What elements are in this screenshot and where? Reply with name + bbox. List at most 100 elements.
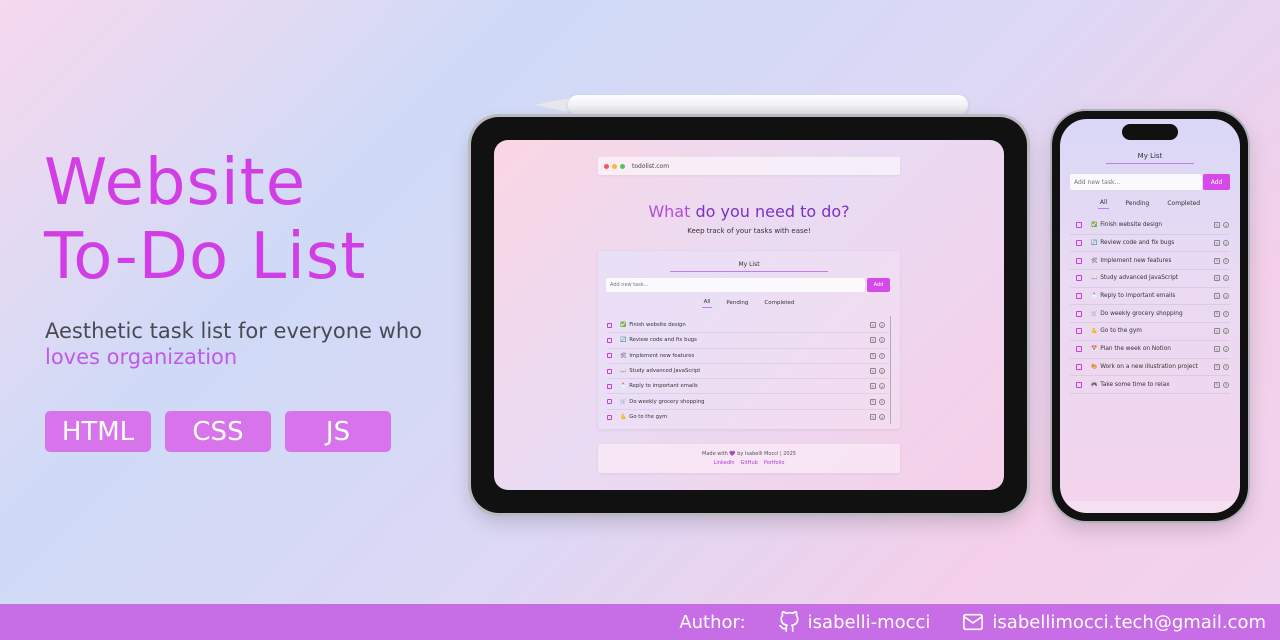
link-linkedin[interactable]: LinkedIn — [714, 460, 735, 466]
phone-filter-pending[interactable]: Pending — [1123, 199, 1151, 209]
edit-icon[interactable]: ✎ — [870, 368, 876, 375]
phone-filter-completed[interactable]: Completed — [1165, 199, 1202, 209]
task-text: Study advanced JavaScript — [1100, 275, 1179, 282]
filter-completed[interactable]: Completed — [762, 299, 796, 308]
edit-icon[interactable]: ✎ — [870, 398, 876, 405]
task-text: Implement new features — [1100, 257, 1172, 264]
edit-icon[interactable]: ✎ — [1214, 310, 1220, 317]
delete-icon[interactable]: × — [879, 368, 885, 375]
task-checkbox[interactable] — [1076, 293, 1082, 300]
phone-add-task-button[interactable]: Add — [1203, 174, 1230, 190]
task-row: 🎨 Work on a new illustration project ✎ × — [1070, 359, 1230, 377]
edit-icon[interactable]: ✎ — [1214, 257, 1220, 264]
task-row: 🛒 Do weekly grocery shopping ✎ × — [607, 394, 889, 410]
task-text: Work on a new illustration project — [1100, 363, 1198, 370]
task-checkbox[interactable] — [1076, 275, 1082, 282]
filter-all[interactable]: All — [701, 299, 713, 308]
browser-bar: todolist.com — [598, 157, 900, 175]
task-checkbox[interactable] — [607, 337, 612, 343]
delete-icon[interactable]: × — [879, 414, 885, 421]
edit-icon[interactable]: ✎ — [870, 322, 876, 329]
delete-icon[interactable]: × — [1223, 346, 1229, 353]
pencil-tip — [534, 98, 570, 112]
phone-device: My List Add All Pending Completed ✅Finis… — [1052, 111, 1248, 521]
tablet-footer: Made with 💜 by Isabelli Mocci | 2025 Lin… — [598, 444, 900, 473]
task-checkbox[interactable] — [607, 414, 612, 420]
task-checkbox[interactable] — [1076, 346, 1082, 353]
task-checkbox[interactable] — [1076, 363, 1082, 370]
browser-url[interactable]: todolist.com — [632, 163, 669, 170]
edit-icon[interactable]: ✎ — [1214, 275, 1220, 282]
task-checkbox[interactable] — [607, 368, 612, 374]
add-task-button[interactable]: Add — [867, 278, 890, 292]
edit-icon[interactable]: ✎ — [1214, 363, 1220, 370]
phone-filter-all[interactable]: All — [1097, 199, 1110, 209]
task-checkbox[interactable] — [607, 353, 612, 359]
task-row: ✅ Finish website design ✎ × — [607, 318, 889, 334]
github-handle-link[interactable]: isabelli-mocci — [808, 612, 931, 633]
edit-icon[interactable]: ✎ — [1214, 381, 1220, 388]
task-row: 💪 Go to the gym ✎ × — [607, 410, 889, 425]
phone-new-task-input[interactable] — [1070, 174, 1202, 190]
task-text: Review code and fix bugs — [629, 337, 697, 344]
edit-icon[interactable]: ✎ — [870, 414, 876, 421]
author-footer: Author: isabelli-mocci isabellimocci.tec… — [0, 604, 1280, 640]
task-checkbox[interactable] — [1076, 257, 1082, 264]
delete-icon[interactable]: × — [1223, 381, 1229, 388]
minimize-dot-icon[interactable] — [612, 163, 617, 169]
delete-icon[interactable]: × — [1223, 240, 1229, 247]
delete-icon[interactable]: × — [1223, 310, 1229, 317]
hero-title-line2: To-Do List — [44, 220, 367, 294]
link-github[interactable]: GitHub — [741, 460, 758, 466]
edit-icon[interactable]: ✎ — [1214, 328, 1220, 335]
edit-icon[interactable]: ✎ — [1214, 293, 1220, 300]
new-task-input[interactable] — [606, 278, 865, 292]
delete-icon[interactable]: × — [1223, 328, 1229, 335]
delete-icon[interactable]: × — [879, 398, 885, 405]
task-checkbox[interactable] — [1076, 381, 1082, 388]
edit-icon[interactable]: ✎ — [870, 337, 876, 344]
delete-icon[interactable]: × — [879, 337, 885, 344]
edit-icon[interactable]: ✎ — [870, 352, 876, 359]
footer-credit: Made with 💜 by Isabelli Mocci | 2025 — [702, 451, 796, 457]
delete-icon[interactable]: × — [879, 352, 885, 359]
edit-icon[interactable]: ✎ — [1214, 240, 1220, 247]
task-checkbox[interactable] — [607, 383, 612, 389]
phone-card-title: My List — [1137, 152, 1163, 160]
stylus-pencil — [534, 95, 968, 115]
footer-links: LinkedIn GitHub Portfolio — [598, 460, 900, 466]
task-emoji-icon: 📅 — [1091, 346, 1098, 353]
task-checkbox[interactable] — [607, 322, 612, 328]
filter-pending[interactable]: Pending — [724, 299, 750, 308]
mail-icon — [963, 613, 984, 631]
task-checkbox[interactable] — [1076, 240, 1082, 247]
delete-icon[interactable]: × — [1223, 222, 1229, 229]
task-checkbox[interactable] — [1076, 310, 1082, 317]
task-checkbox[interactable] — [1076, 328, 1082, 335]
task-emoji-icon: 🔄 — [1091, 240, 1098, 247]
delete-icon[interactable]: × — [1223, 293, 1229, 300]
email-link[interactable]: isabellimocci.tech@gmail.com — [992, 612, 1266, 633]
delete-icon[interactable]: × — [1223, 363, 1229, 370]
task-emoji-icon: 📩 — [1091, 293, 1098, 300]
delete-icon[interactable]: × — [1223, 275, 1229, 282]
delete-icon[interactable]: × — [879, 322, 885, 329]
task-list-scrollbar[interactable] — [890, 316, 891, 424]
task-emoji-icon: 💪 — [1091, 328, 1098, 335]
close-dot-icon[interactable] — [604, 163, 609, 169]
delete-icon[interactable]: × — [1223, 257, 1229, 264]
maximize-dot-icon[interactable] — [620, 163, 625, 169]
edit-icon[interactable]: ✎ — [1214, 222, 1220, 229]
task-checkbox[interactable] — [607, 399, 612, 405]
edit-icon[interactable]: ✎ — [870, 383, 876, 390]
task-row: 🎮 Take some time to relax ✎ × — [1070, 376, 1230, 394]
phone-home-area — [1060, 501, 1240, 513]
edit-icon[interactable]: ✎ — [1214, 346, 1220, 353]
task-checkbox[interactable] — [1076, 222, 1082, 229]
phone-filter-tabs: All Pending Completed — [1060, 199, 1240, 209]
delete-icon[interactable]: × — [879, 383, 885, 390]
link-portfolio[interactable]: Portfolio — [764, 460, 785, 466]
task-row: 🛒 Do weekly grocery shopping ✎ × — [1070, 305, 1230, 324]
task-row: 🔄 Review code and fix bugs ✎ × — [607, 333, 889, 349]
task-emoji-icon: 🔄 — [620, 337, 627, 344]
